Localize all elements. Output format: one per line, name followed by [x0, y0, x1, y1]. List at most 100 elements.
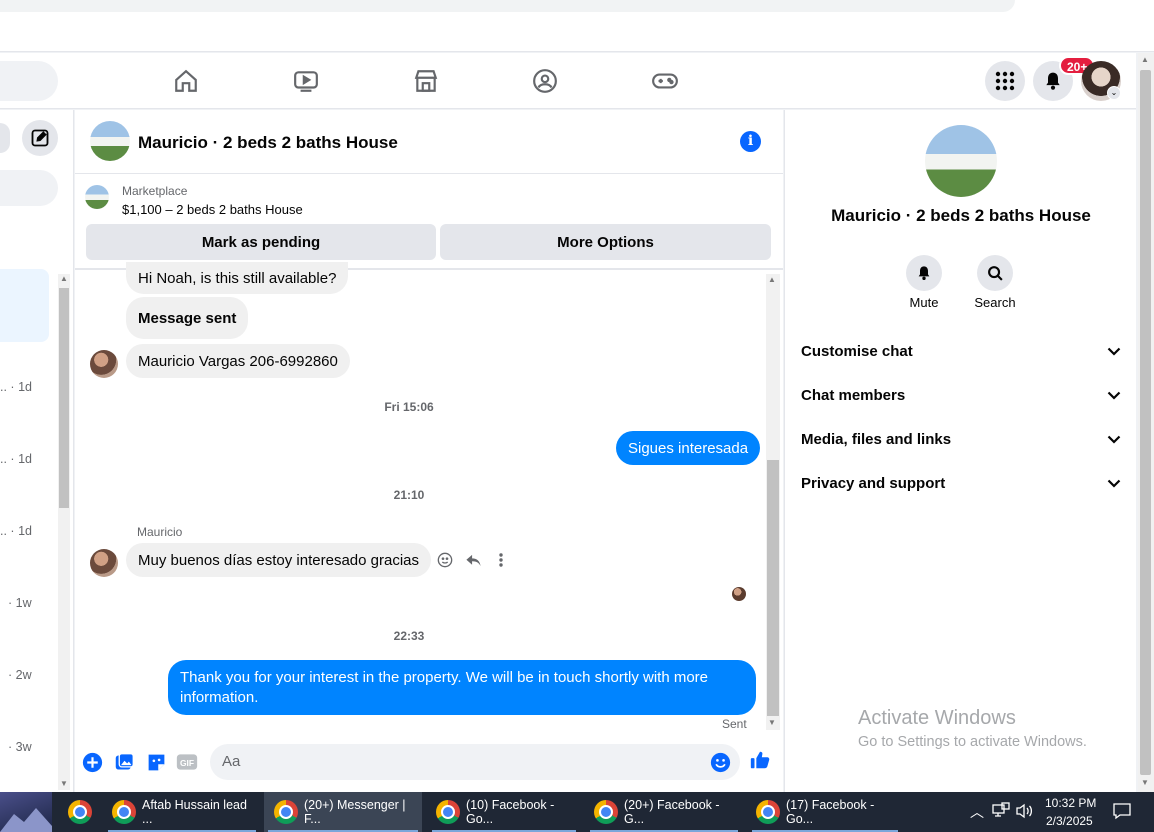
chevron-up-icon[interactable]: ︿	[970, 802, 984, 822]
more-options-button[interactable]: More Options	[440, 224, 771, 260]
read-receipt-avatar	[732, 587, 746, 601]
scroll-up-arrow[interactable]: ▲	[1141, 55, 1149, 64]
address-bar[interactable]	[0, 0, 1015, 12]
notification-center-icon[interactable]	[1113, 802, 1131, 823]
home-icon[interactable]	[172, 67, 200, 95]
new-message-button[interactable]	[22, 120, 58, 156]
list-item-time: .. · 1d	[0, 380, 32, 394]
mute-label: Mute	[909, 295, 939, 310]
menu-label: Customise chat	[801, 342, 913, 360]
svg-text:GIF: GIF	[180, 758, 194, 768]
message-outgoing[interactable]: Sigues interesada	[616, 431, 761, 465]
activate-windows-title: Activate Windows	[858, 707, 1016, 729]
timestamp: Fri 15:06	[384, 400, 434, 414]
taskbar-item-label: (17) Facebook - Go...	[786, 798, 875, 826]
message-incoming[interactable]: Mauricio Vargas 206-6992860	[126, 344, 350, 378]
house-image	[90, 121, 130, 161]
sticker-icon[interactable]	[145, 751, 167, 773]
network-icon[interactable]	[992, 802, 1010, 821]
messenger-search-input[interactable]	[0, 170, 58, 206]
list-item-time: .. · 1d	[0, 452, 32, 466]
list-item-time: · 3w	[8, 740, 32, 754]
chat-scrollbar-thumb[interactable]	[767, 460, 779, 716]
emoji-icon[interactable]	[709, 751, 731, 773]
taskbar-item[interactable]: (17) Facebook - Go...	[748, 792, 902, 832]
privacy-support-row[interactable]: Privacy and support	[801, 471, 1121, 495]
media-files-links-row[interactable]: Media, files and links	[801, 427, 1121, 451]
more-icon[interactable]	[491, 550, 511, 570]
chat-title[interactable]: Mauricio · 2 beds 2 baths House	[138, 133, 398, 153]
compose-icon	[31, 129, 49, 147]
clock-time[interactable]: 10:32 PM	[1045, 796, 1096, 810]
house-image	[85, 185, 109, 209]
message-incoming[interactable]: Message sent	[126, 297, 249, 339]
windows-taskbar: Aftab Hussain lead ... (20+) Messenger |…	[0, 792, 1154, 832]
clock-date[interactable]: 2/3/2025	[1046, 814, 1093, 828]
activate-windows-subtitle: Go to Settings to activate Windows.	[858, 734, 1087, 750]
chrome-icon	[756, 800, 780, 824]
scroll-up-arrow[interactable]: ▲	[60, 274, 68, 283]
house-image	[925, 125, 997, 197]
browser-toolbar	[0, 0, 1154, 52]
photo-icon[interactable]	[113, 751, 135, 773]
chevron-down-icon	[1107, 391, 1121, 400]
menu-label: Media, files and links	[801, 430, 952, 448]
customise-chat-row[interactable]: Customise chat	[801, 339, 1121, 363]
chat-members-row[interactable]: Chat members	[801, 383, 1121, 407]
search-button[interactable]	[977, 255, 1013, 291]
scroll-down-arrow[interactable]: ▼	[768, 718, 776, 727]
add-icon[interactable]	[81, 751, 103, 773]
chat-info-panel: Mauricio · 2 beds 2 baths House Mute Sea…	[784, 110, 1136, 792]
chrome-icon	[594, 800, 618, 824]
taskbar-chrome-pinned[interactable]	[60, 792, 100, 832]
gaming-icon[interactable]	[651, 67, 679, 95]
chrome-icon	[274, 800, 298, 824]
start-thumbnail[interactable]	[0, 792, 52, 832]
info-icon[interactable]: i	[740, 131, 761, 152]
taskbar-item-label: (20+) Messenger | F...	[304, 798, 406, 826]
taskbar-item-active[interactable]: (20+) Messenger | F...	[264, 792, 422, 832]
message-outgoing[interactable]: Thank you for your interest in the prope…	[168, 660, 756, 715]
taskbar-item-label: (10) Facebook - Go...	[466, 798, 555, 826]
facebook-header: 20+ ⌄	[0, 53, 1136, 109]
react-icon[interactable]	[435, 550, 455, 570]
chevron-down-icon	[1107, 479, 1121, 488]
groups-icon[interactable]	[531, 67, 559, 95]
sender-avatar[interactable]	[90, 549, 118, 577]
listing-thumbnail[interactable]	[85, 185, 109, 209]
message-incoming[interactable]: Muy buenos días estoy interesado gracias	[126, 543, 431, 577]
sender-avatar[interactable]	[90, 350, 118, 378]
taskbar-item[interactable]: (20+) Facebook - G...	[586, 792, 742, 832]
grid-icon	[995, 71, 1015, 91]
list-scrollbar-thumb[interactable]	[59, 288, 69, 508]
message-status: Sent	[722, 717, 747, 731]
chevron-down-icon[interactable]: ⌄	[1107, 86, 1121, 100]
mute-button[interactable]	[906, 255, 942, 291]
gif-icon[interactable]: GIF	[176, 751, 198, 773]
facebook-search-input[interactable]	[0, 61, 58, 101]
scroll-down-arrow[interactable]: ▼	[60, 779, 68, 788]
taskbar-item[interactable]: Aftab Hussain lead ...	[104, 792, 260, 832]
marketplace-icon[interactable]	[412, 67, 440, 95]
taskbar-item[interactable]: (10) Facebook - Go...	[428, 792, 580, 832]
page-scrollbar-thumb[interactable]	[1140, 70, 1151, 775]
scroll-up-arrow[interactable]: ▲	[768, 275, 776, 284]
chats-options-button[interactable]	[0, 123, 10, 153]
listing-info[interactable]: $1,100 – 2 beds 2 baths House	[122, 202, 303, 217]
volume-icon[interactable]	[1016, 803, 1034, 822]
message-incoming[interactable]: Hi Noah, is this still available?	[126, 262, 349, 294]
video-icon[interactable]	[292, 67, 320, 95]
mark-as-pending-button[interactable]: Mark as pending	[86, 224, 436, 260]
reply-icon[interactable]	[463, 550, 483, 570]
list-item-active[interactable]	[0, 269, 49, 342]
chat-avatar[interactable]	[90, 121, 130, 161]
chevron-down-icon	[1107, 347, 1121, 356]
menu-label: Chat members	[801, 386, 906, 404]
scroll-down-arrow[interactable]: ▼	[1141, 778, 1149, 787]
like-icon[interactable]	[749, 749, 771, 771]
menu-grid-button[interactable]	[985, 61, 1025, 101]
message-input[interactable]: Aa	[210, 744, 740, 780]
search-label: Search	[974, 295, 1016, 310]
chat-info-avatar[interactable]	[925, 125, 997, 197]
timestamp: 21:10	[393, 488, 425, 502]
